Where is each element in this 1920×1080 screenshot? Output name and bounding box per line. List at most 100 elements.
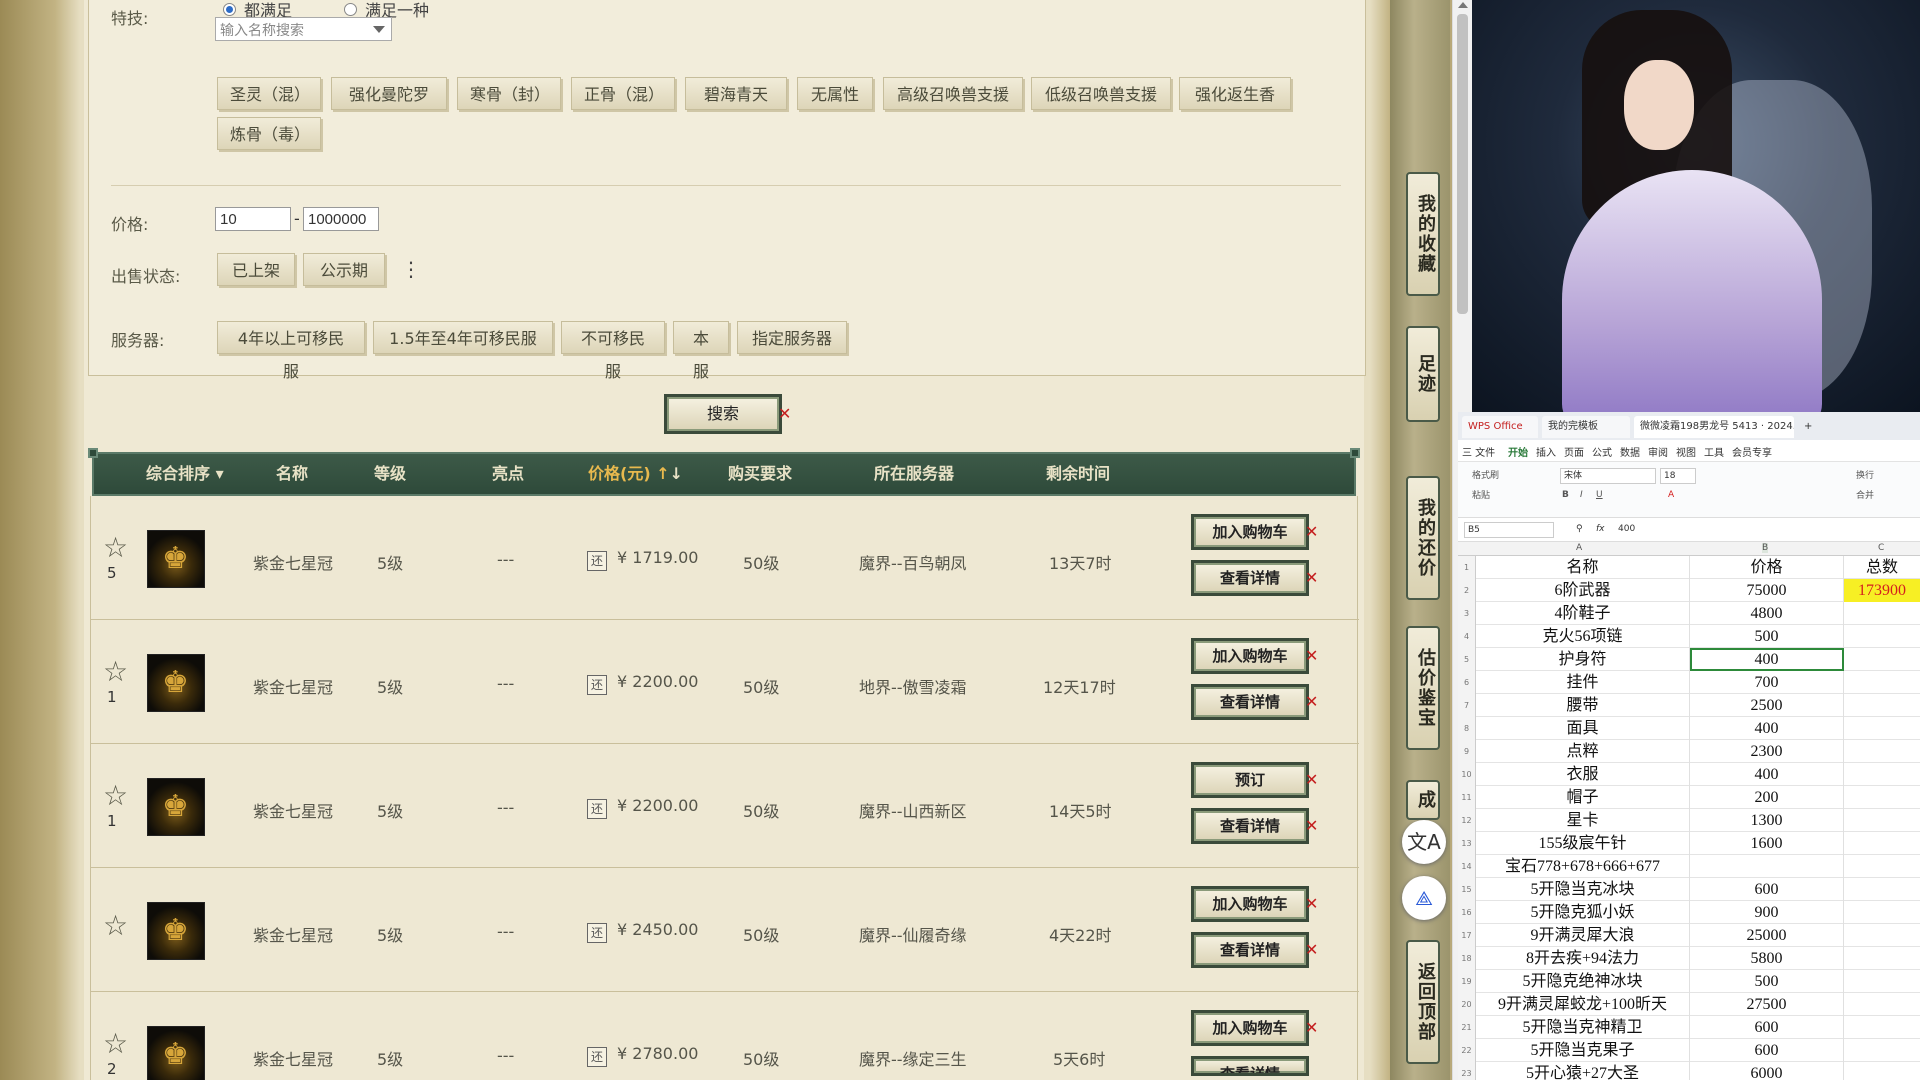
- menu-formula[interactable]: 公式: [1592, 444, 1612, 459]
- share-icon[interactable]: ⟁: [1402, 876, 1446, 920]
- cell-name[interactable]: 5开隐克绝神冰块: [1476, 970, 1690, 993]
- cell-name[interactable]: 6阶武器: [1476, 579, 1690, 602]
- cell-name[interactable]: 星卡: [1476, 809, 1690, 832]
- row-number[interactable]: 11: [1458, 786, 1476, 809]
- column-c-header[interactable]: C: [1878, 543, 1884, 553]
- favorite-star-icon[interactable]: ☆: [103, 534, 128, 562]
- skill-chip[interactable]: 碧海青天: [685, 77, 787, 110]
- col-price-sort[interactable]: 价格(元) ↑↓: [588, 454, 683, 494]
- cell-total[interactable]: [1844, 993, 1920, 1016]
- view-details-button[interactable]: 查看详情: [1191, 684, 1309, 720]
- row-number[interactable]: 21: [1458, 1016, 1476, 1039]
- cell-name[interactable]: 面具: [1476, 717, 1690, 740]
- row-number[interactable]: 14: [1458, 855, 1476, 878]
- cell-price[interactable]: 700: [1690, 671, 1844, 694]
- cell-total[interactable]: [1844, 809, 1920, 832]
- menu-insert[interactable]: 插入: [1536, 444, 1556, 459]
- row-number[interactable]: 12: [1458, 809, 1476, 832]
- cell-name[interactable]: 5开隐当克果子: [1476, 1039, 1690, 1062]
- cell-price[interactable]: 900: [1690, 901, 1844, 924]
- item-image[interactable]: [147, 778, 205, 836]
- cell-name[interactable]: 名称: [1476, 556, 1690, 579]
- column-b-header[interactable]: B: [1762, 543, 1769, 553]
- skill-chip[interactable]: 高级召唤兽支援: [883, 77, 1023, 110]
- bargain-icon[interactable]: 还: [587, 675, 607, 695]
- row-number[interactable]: 17: [1458, 924, 1476, 947]
- bold-icon[interactable]: B: [1562, 490, 1569, 500]
- back-to-top-nav[interactable]: 返回顶部: [1406, 940, 1440, 1064]
- server-chip[interactable]: 不可移民服: [561, 321, 665, 381]
- cell-name[interactable]: 5开隐当克神精卫: [1476, 1016, 1690, 1039]
- row-number[interactable]: 7: [1458, 694, 1476, 717]
- skill-chip[interactable]: 寒骨（封）: [457, 77, 561, 110]
- radio-all-indicator[interactable]: [223, 2, 236, 16]
- cell-price[interactable]: 75000: [1690, 579, 1844, 602]
- row-number[interactable]: 2: [1458, 579, 1476, 602]
- paste-button[interactable]: 粘贴: [1472, 488, 1490, 501]
- add-to-cart-button[interactable]: 加入购物车: [1191, 1010, 1309, 1046]
- menu-page[interactable]: 页面: [1564, 444, 1584, 459]
- cell-price[interactable]: 500: [1690, 970, 1844, 993]
- cell-name[interactable]: 5开心猿+27大圣: [1476, 1062, 1690, 1080]
- cell-price[interactable]: 600: [1690, 878, 1844, 901]
- wps-home-tab[interactable]: WPS Office: [1462, 416, 1538, 438]
- my-bargains-nav[interactable]: 我的还价: [1406, 476, 1440, 600]
- font-color-icon[interactable]: A: [1668, 490, 1674, 500]
- menu-member[interactable]: 会员专享: [1732, 444, 1772, 459]
- skill-chip[interactable]: 强化曼陀罗: [331, 77, 447, 110]
- item-name[interactable]: 紫金七星冠: [253, 550, 333, 574]
- fx-icon[interactable]: fx: [1596, 524, 1605, 534]
- item-name[interactable]: 紫金七星冠: [253, 922, 333, 946]
- row-number[interactable]: 20: [1458, 993, 1476, 1016]
- cell-name[interactable]: 腰带: [1476, 694, 1690, 717]
- reserve-button[interactable]: 预订: [1191, 762, 1309, 798]
- favorite-star-icon[interactable]: ☆: [103, 658, 128, 686]
- status-chip-listed[interactable]: 已上架: [217, 253, 295, 286]
- cell-price[interactable]: 2500: [1690, 694, 1844, 717]
- cell-total[interactable]: [1844, 717, 1920, 740]
- cell-total[interactable]: [1844, 947, 1920, 970]
- cell-price[interactable]: 1300: [1690, 809, 1844, 832]
- row-number[interactable]: 22: [1458, 1039, 1476, 1062]
- row-number[interactable]: 6: [1458, 671, 1476, 694]
- cell-price[interactable]: 1600: [1690, 832, 1844, 855]
- add-to-cart-button[interactable]: 加入购物车: [1191, 514, 1309, 550]
- bargain-icon[interactable]: 还: [587, 551, 607, 571]
- item-name[interactable]: 紫金七星冠: [253, 674, 333, 698]
- cell-total[interactable]: [1844, 1062, 1920, 1080]
- row-number[interactable]: 16: [1458, 901, 1476, 924]
- item-image[interactable]: [147, 1026, 205, 1080]
- server-chip[interactable]: 本服: [673, 321, 729, 381]
- row-number[interactable]: 5: [1458, 648, 1476, 671]
- item-name[interactable]: 紫金七星冠: [253, 1046, 333, 1070]
- favorite-star-icon[interactable]: ☆: [103, 912, 128, 940]
- font-family-select[interactable]: 宋体: [1560, 468, 1656, 484]
- cell-total[interactable]: [1844, 671, 1920, 694]
- sort-dropdown[interactable]: 综合排序 ▾: [146, 454, 224, 494]
- cell-total[interactable]: [1844, 901, 1920, 924]
- cell-total[interactable]: [1844, 786, 1920, 809]
- underline-icon[interactable]: U: [1596, 490, 1603, 500]
- search-button[interactable]: 搜索: [664, 394, 782, 434]
- my-favorites-nav[interactable]: 我的收藏: [1406, 172, 1440, 296]
- italic-icon[interactable]: I: [1580, 490, 1583, 500]
- favorite-star-icon[interactable]: ☆: [103, 1030, 128, 1058]
- cell-price[interactable]: 400: [1690, 717, 1844, 740]
- skill-chip[interactable]: 低级召唤兽支援: [1031, 77, 1171, 110]
- zoom-icon[interactable]: ⚲: [1576, 524, 1583, 534]
- cell-total[interactable]: [1844, 878, 1920, 901]
- item-image[interactable]: [147, 654, 205, 712]
- wps-template-tab[interactable]: 我的完模板: [1542, 416, 1630, 438]
- row-number[interactable]: 8: [1458, 717, 1476, 740]
- view-details-button[interactable]: 查看详情: [1191, 808, 1309, 844]
- row-number[interactable]: 3: [1458, 602, 1476, 625]
- cell-name[interactable]: 9开满灵犀大浪: [1476, 924, 1690, 947]
- menu-review[interactable]: 审阅: [1648, 444, 1668, 459]
- cell-price[interactable]: 200: [1690, 786, 1844, 809]
- cell-name[interactable]: 5开隐当克冰块: [1476, 878, 1690, 901]
- appraisal-nav[interactable]: 估价鉴宝: [1406, 626, 1440, 750]
- scroll-up-icon[interactable]: [1458, 2, 1468, 8]
- cell-price[interactable]: 2300: [1690, 740, 1844, 763]
- format-painter-button[interactable]: 格式刷: [1472, 468, 1499, 481]
- font-size-select[interactable]: 18: [1660, 468, 1696, 484]
